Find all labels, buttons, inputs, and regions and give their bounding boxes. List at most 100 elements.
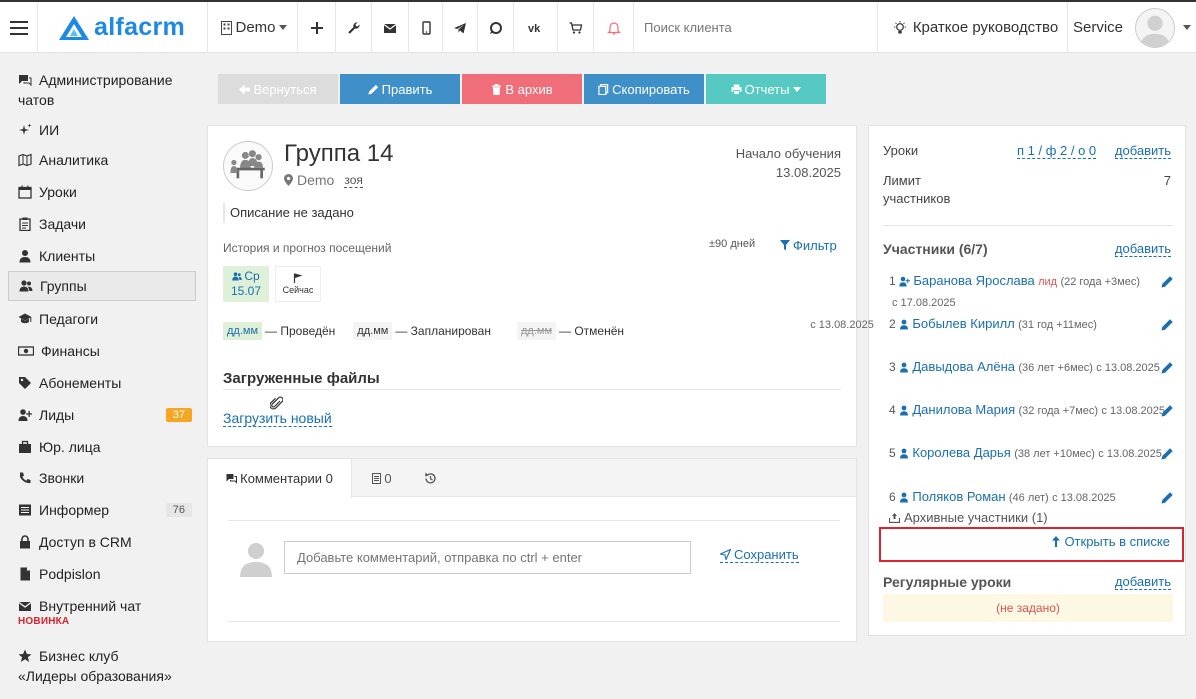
- branch-select[interactable]: Demo: [208, 2, 298, 53]
- printer-icon: [730, 83, 742, 95]
- sidebar-item-podpislon[interactable]: Podpislon: [8, 564, 196, 584]
- filter-label: Фильтр: [793, 238, 837, 253]
- sidebar-item-business-club[interactable]: Бизнес клуб «Лидеры образования»: [8, 646, 196, 686]
- sidebar-item-label: «Лидеры образования»: [18, 668, 172, 684]
- start-date: 13.08.2025: [775, 165, 841, 180]
- history-icon: [424, 472, 437, 485]
- tab-comments[interactable]: Комментарии 0: [208, 459, 352, 498]
- mobile-button[interactable]: [409, 2, 443, 53]
- lock-icon: [18, 535, 32, 549]
- sidebar-item-clients[interactable]: Клиенты: [8, 246, 196, 266]
- member-number: 4: [889, 403, 896, 417]
- sidebar-item-subscriptions[interactable]: Абонементы: [8, 373, 196, 393]
- hamburger-icon: [9, 20, 28, 35]
- calendar-icon: [18, 185, 32, 199]
- add-lesson-link[interactable]: добавить: [1114, 143, 1171, 159]
- tab-comments-label: Комментарии 0: [240, 471, 333, 486]
- edit-member-button[interactable]: [1161, 360, 1174, 374]
- reports-button[interactable]: Отчеты: [706, 74, 826, 104]
- edit-member-button[interactable]: [1161, 403, 1174, 417]
- upload-link[interactable]: Загрузить новый: [223, 410, 332, 427]
- cart-button[interactable]: [558, 2, 594, 53]
- vk-button[interactable]: vk: [514, 2, 558, 53]
- sidebar: Администрирование чатов ИИ Аналитика Уро…: [0, 54, 205, 699]
- add-member-link[interactable]: добавить: [1114, 241, 1171, 257]
- add-regular-lesson-link[interactable]: добавить: [1114, 574, 1171, 590]
- sidebar-item-label: чатов: [18, 92, 55, 108]
- logo[interactable]: alfacrm: [38, 2, 208, 53]
- list-item: 5 Королева Дарья (38 лет +10мес) с 13.08…: [889, 443, 1174, 464]
- add-lesson-label: добавить: [1114, 143, 1171, 159]
- copy-button[interactable]: Скопировать: [584, 74, 704, 104]
- leads-count-badge: 37: [165, 408, 192, 422]
- limit-label-2: участников: [883, 191, 951, 206]
- edit-member-button[interactable]: [1161, 490, 1174, 504]
- edit-member-button[interactable]: [1161, 317, 1174, 331]
- add-button[interactable]: [298, 2, 336, 53]
- lessons-stats-link[interactable]: п 1 / ф 2 / о 0: [1017, 143, 1097, 159]
- mail-button[interactable]: [372, 2, 409, 53]
- sidebar-item-chat-admin[interactable]: Администрирование чатов: [8, 70, 196, 110]
- edit-member-button[interactable]: [1161, 274, 1174, 288]
- menu-toggle-button[interactable]: [0, 2, 38, 53]
- arrow-left-icon: [239, 83, 251, 95]
- client-search-input[interactable]: [644, 20, 874, 35]
- sidebar-item-label: Абонементы: [39, 375, 122, 391]
- add-regular-lesson-label: добавить: [1114, 574, 1171, 590]
- document-icon: [372, 472, 382, 484]
- list-item: 2 Бобылев Кирилл (31 год +11мес) с 13.08…: [810, 314, 1174, 335]
- map-marker-icon: [284, 174, 293, 186]
- sidebar-item-analytics[interactable]: Аналитика: [8, 150, 196, 170]
- guide-button[interactable]: Краткое руководство: [878, 2, 1068, 53]
- filter-button[interactable]: Фильтр: [780, 238, 837, 253]
- save-comment-button[interactable]: Сохранить: [720, 547, 799, 563]
- plus-icon: [310, 21, 324, 35]
- sidebar-item-teachers[interactable]: Педагоги: [8, 309, 196, 329]
- tab-documents[interactable]: 0: [358, 459, 406, 497]
- members-header: Участники (6/7) добавить: [883, 241, 1173, 257]
- informer-count-badge: 76: [165, 503, 192, 517]
- tab-history[interactable]: [410, 459, 450, 497]
- sidebar-item-groups[interactable]: Группы: [8, 271, 196, 301]
- edit-button[interactable]: Править: [340, 74, 460, 104]
- group-room[interactable]: зоя: [344, 173, 363, 188]
- user-plus-icon: [18, 408, 32, 422]
- sidebar-item-calls[interactable]: Звонки: [8, 468, 196, 488]
- sidebar-item-lessons[interactable]: Уроки: [8, 182, 196, 202]
- telegram-button[interactable]: [443, 2, 478, 53]
- sidebar-item-leads[interactable]: Лиды 37: [8, 405, 196, 425]
- wrench-icon: [347, 21, 361, 35]
- regular-lessons-empty: (не задано): [883, 594, 1173, 622]
- user-menu[interactable]: Service: [1068, 2, 1196, 53]
- sidebar-item-legal-entities[interactable]: Юр. лица: [8, 437, 196, 457]
- sidebar-item-internal-chat[interactable]: Внутренний чат: [8, 596, 196, 616]
- sidebar-item-ai[interactable]: ИИ: [8, 120, 196, 140]
- member-name[interactable]: Королева Дарья: [912, 445, 1010, 460]
- chevron-down-icon: [1183, 25, 1192, 30]
- edit-member-button[interactable]: [1161, 446, 1174, 460]
- member-name[interactable]: Баранова Ярослава: [913, 273, 1034, 288]
- lesson-day-cell[interactable]: Ср 15.07: [223, 266, 269, 302]
- archived-members-link[interactable]: Архивные участники (1): [889, 510, 1048, 525]
- whatsapp-button[interactable]: [478, 2, 514, 53]
- sidebar-item-finance[interactable]: Финансы: [8, 341, 196, 361]
- bell-icon: [606, 21, 621, 35]
- envelope-icon: [383, 21, 397, 35]
- sidebar-item-crm-access[interactable]: Доступ в CRM: [8, 532, 196, 552]
- sidebar-item-informer[interactable]: Информер 76: [8, 500, 196, 520]
- archive-button[interactable]: В архив: [462, 74, 582, 104]
- map-icon: [18, 153, 32, 167]
- member-name[interactable]: Поляков Роман: [912, 489, 1005, 504]
- sidebar-item-label: Педагоги: [39, 311, 99, 327]
- back-button[interactable]: Вернуться: [218, 74, 338, 104]
- member-name[interactable]: Давыдова Алёна: [912, 359, 1015, 374]
- notifications-button[interactable]: [594, 2, 634, 53]
- lesson-day-date: 15.07: [230, 284, 262, 298]
- member-name[interactable]: Данилова Мария: [912, 402, 1015, 417]
- sidebar-item-tasks[interactable]: Задачи: [8, 214, 196, 234]
- group-branch: Demo: [297, 172, 335, 188]
- open-in-list-button[interactable]: Открыть в списке: [1052, 534, 1170, 549]
- settings-button[interactable]: [336, 2, 372, 53]
- comment-input[interactable]: [284, 541, 691, 574]
- guide-label: Краткое руководство: [912, 19, 1059, 36]
